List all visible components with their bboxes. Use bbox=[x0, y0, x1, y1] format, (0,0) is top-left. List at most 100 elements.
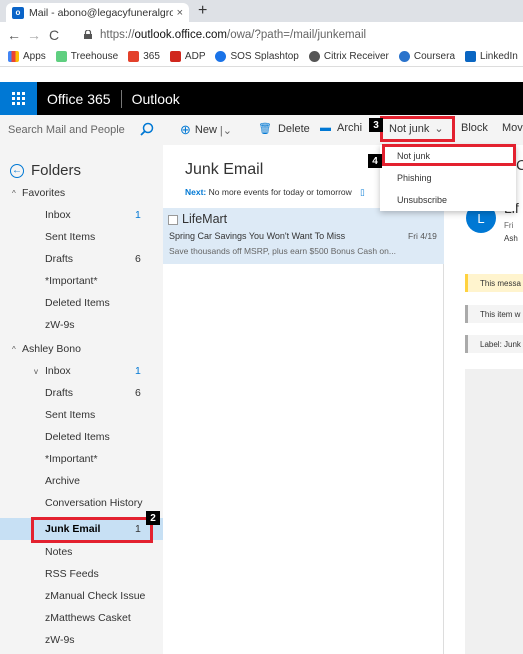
folder-item-zmatthews[interactable]: zMatthews Casket bbox=[0, 607, 163, 629]
url-field[interactable]: https://outlook.office.com/owa/?path=/ma… bbox=[84, 25, 523, 44]
message-subject: Spring Car Savings You Won't Want To Mis… bbox=[169, 231, 346, 241]
reload-icon[interactable]: C bbox=[44, 27, 64, 43]
reading-pane: C L Lif Fri Ash This messa This item w L… bbox=[444, 145, 523, 654]
menu-item-unsubscribe[interactable]: Unsubscribe bbox=[380, 189, 516, 211]
highlight-junk-email bbox=[31, 517, 153, 543]
archive-button[interactable]: ▬ Archi bbox=[320, 122, 362, 134]
message-item[interactable]: LifeMart Spring Car Savings You Won't Wa… bbox=[163, 208, 444, 264]
address-bar-row: ← → C https://outlook.office.com/owa/?pa… bbox=[0, 22, 523, 47]
chevron-up-icon: ^ bbox=[12, 344, 16, 354]
treehouse-icon bbox=[55, 51, 67, 62]
url-path: /owa/?path=/mail/junkemail bbox=[227, 28, 367, 41]
bookmark-coursera[interactable]: Coursera bbox=[398, 51, 455, 62]
header-divider bbox=[120, 89, 122, 108]
menu-item-phishing[interactable]: Phishing bbox=[380, 167, 516, 189]
folder-item-sent[interactable]: Sent Items bbox=[0, 404, 163, 426]
step-badge-4: 4 bbox=[368, 154, 382, 168]
waffle-icon bbox=[12, 92, 25, 105]
step-badge-2: 2 bbox=[146, 511, 160, 525]
favorite-item-drafts[interactable]: Drafts 6 bbox=[0, 248, 163, 270]
trash-icon: 🗑 bbox=[258, 123, 272, 135]
coursera-icon bbox=[398, 51, 410, 62]
apps-grid-icon bbox=[8, 51, 19, 62]
bookmark-365[interactable]: 365 bbox=[128, 51, 160, 62]
bookmark-linkedin[interactable]: LinkedIn bbox=[465, 51, 518, 62]
next-events-bar[interactable]: Next: No more events for today or tomorr… bbox=[185, 187, 365, 198]
folders-header[interactable]: ← Folders bbox=[10, 162, 81, 179]
folder-item-drafts[interactable]: Drafts 6 bbox=[0, 382, 163, 404]
tab-close-icon[interactable]: × bbox=[177, 7, 183, 19]
tab-title: Mail - abono@legacyfuneralgrou bbox=[29, 6, 173, 19]
bookmark-citrix[interactable]: Citrix Receiver bbox=[308, 51, 389, 62]
favorite-item-deleted[interactable]: Deleted Items bbox=[0, 292, 163, 314]
move-button[interactable]: Mov bbox=[502, 122, 523, 134]
info-banner: This item w bbox=[465, 305, 523, 323]
message-preview: Save thousands off MSRP, plus earn $500 … bbox=[169, 246, 396, 256]
highlight-not-junk-button bbox=[380, 116, 455, 142]
browser-tab[interactable]: o Mail - abono@legacyfuneralgrou × bbox=[6, 3, 189, 22]
folder-pane: ← Folders ^ Favorites Inbox 1 Sent Items… bbox=[0, 145, 163, 654]
folder-item-zw9s[interactable]: zW-9s bbox=[0, 629, 163, 651]
folder-item-rss[interactable]: RSS Feeds bbox=[0, 563, 163, 585]
folder-item-archive[interactable]: Archive bbox=[0, 470, 163, 492]
message-list: Junk Email Next: No more events for toda… bbox=[163, 145, 444, 654]
bookmark-apps[interactable]: Apps bbox=[8, 51, 46, 62]
account-group[interactable]: ^ Ashley Bono bbox=[0, 338, 163, 360]
office-icon bbox=[128, 51, 140, 62]
archive-icon: ▬ bbox=[320, 122, 331, 134]
folder-item-notes[interactable]: Notes bbox=[0, 541, 163, 563]
bookmark-treehouse[interactable]: Treehouse bbox=[55, 51, 118, 62]
app-name[interactable]: Outlook bbox=[132, 91, 180, 107]
reading-subject: C bbox=[516, 157, 523, 174]
collapse-arrow-icon[interactable]: ← bbox=[10, 163, 24, 178]
suite-header: Office 365 Outlook bbox=[0, 82, 523, 115]
new-tab-button[interactable]: + bbox=[198, 2, 207, 20]
message-body bbox=[465, 369, 523, 654]
search-placeholder: Search Mail and People bbox=[8, 124, 125, 136]
bookmark-splashtop[interactable]: SOS Splashtop bbox=[215, 51, 299, 62]
folder-item-deleted[interactable]: Deleted Items bbox=[0, 426, 163, 448]
reading-recipient: Ash bbox=[504, 234, 518, 243]
highlight-not-junk-item bbox=[382, 144, 516, 166]
folder-item-inbox[interactable]: v Inbox 1 bbox=[0, 360, 163, 382]
message-date: Fri 4/19 bbox=[408, 231, 437, 241]
list-title: Junk Email bbox=[185, 161, 264, 178]
reading-date: Fri bbox=[504, 221, 514, 230]
bookmarks-bar: Apps Treehouse 365 ADP SOS Splashtop Cit… bbox=[0, 47, 523, 67]
block-button[interactable]: Block bbox=[461, 122, 488, 134]
outlook-favicon-icon: o bbox=[12, 6, 24, 19]
forward-arrow-icon[interactable]: → bbox=[24, 27, 44, 43]
favorites-group[interactable]: ^ Favorites bbox=[0, 182, 163, 204]
warning-banner: This messa bbox=[465, 274, 523, 292]
folder-item-important[interactable]: *Important* bbox=[0, 448, 163, 470]
new-dropdown-chevron-icon[interactable]: |⌄ bbox=[220, 124, 232, 137]
favorite-item-zw9s[interactable]: zW-9s bbox=[0, 314, 163, 336]
back-arrow-icon[interactable]: ← bbox=[4, 27, 24, 43]
plus-circle-icon: ⊕ bbox=[180, 122, 191, 137]
search-box[interactable]: Search Mail and People bbox=[0, 115, 163, 145]
citrix-icon bbox=[308, 51, 320, 62]
folder-item-conversation-history[interactable]: Conversation History bbox=[0, 492, 163, 514]
new-button[interactable]: ⊕ New |⌄ bbox=[180, 122, 232, 138]
message-checkbox[interactable] bbox=[168, 215, 178, 225]
favorite-item-important[interactable]: *Important* bbox=[0, 270, 163, 292]
chevron-down-icon[interactable]: v bbox=[34, 367, 38, 376]
calendar-icon[interactable]: ▯ bbox=[360, 187, 365, 197]
message-sender: LifeMart bbox=[182, 212, 228, 226]
folder-item-zmanual[interactable]: zManual Check Issue bbox=[0, 585, 163, 607]
label-banner: Label: Junk bbox=[465, 335, 523, 353]
url-scheme: https:// bbox=[100, 28, 135, 41]
search-icon[interactable] bbox=[140, 122, 154, 139]
delete-button[interactable]: 🗑 Delete bbox=[258, 122, 310, 136]
favorite-item-inbox[interactable]: Inbox 1 bbox=[0, 204, 163, 226]
suite-brand[interactable]: Office 365 bbox=[47, 91, 111, 107]
chevron-up-icon: ^ bbox=[12, 188, 16, 198]
app-launcher-button[interactable] bbox=[0, 82, 37, 115]
favorite-item-sent[interactable]: Sent Items bbox=[0, 226, 163, 248]
step-badge-3: 3 bbox=[369, 118, 383, 132]
lock-icon bbox=[84, 30, 92, 39]
splashtop-icon bbox=[215, 51, 227, 62]
adp-icon bbox=[169, 51, 181, 62]
bookmark-adp[interactable]: ADP bbox=[169, 51, 205, 62]
url-host: outlook.office.com bbox=[134, 28, 228, 41]
